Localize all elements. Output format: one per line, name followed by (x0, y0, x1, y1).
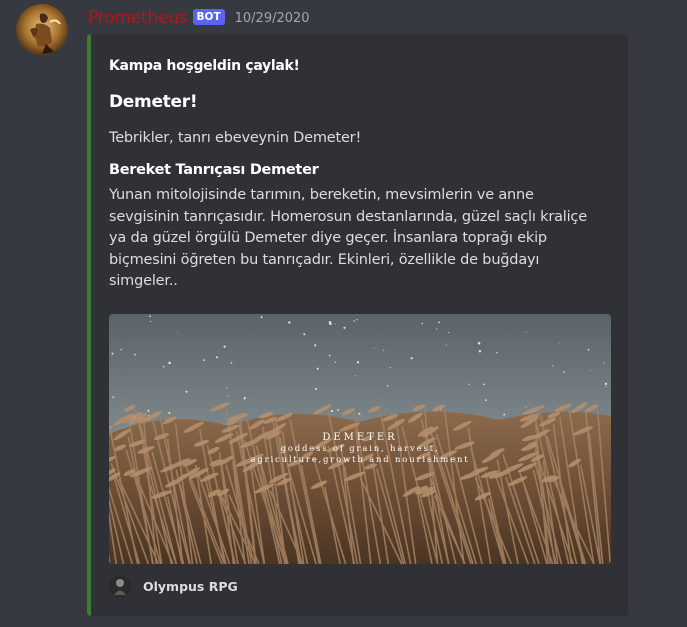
olympus-rpg-icon (109, 575, 131, 597)
field-value-line: simgeler.. (109, 273, 178, 289)
bot-badge: BOT (192, 9, 225, 25)
image-caption-title: DEMETER (322, 432, 398, 443)
message-header: Prometheus BOT 10/29/2020 (88, 7, 310, 29)
username[interactable]: Prometheus (88, 8, 188, 28)
field-value-line: Yunan mitolojisinde tarımın, bereketin, … (109, 187, 534, 203)
image-caption-line: goddess of grain, harvest, (280, 444, 440, 454)
embed-description: Tebrikler, tanrı ebeveynin Demeter! (109, 130, 362, 146)
rich-embed: Kampa hoşgeldin çaylak! Demeter! Tebrikl… (87, 34, 628, 616)
embed-footer-text: Olympus RPG (143, 578, 238, 594)
embed-image[interactable]: DEMETER goddess of grain, harvest, agric… (109, 314, 611, 564)
image-caption: DEMETER goddess of grain, harvest, agric… (109, 432, 611, 466)
bot-avatar[interactable] (16, 4, 68, 56)
embed-field-name: Bereket Tanrıçası Demeter (109, 162, 319, 178)
image-caption-line: agriculture,growth and nourishment (250, 455, 470, 465)
field-value-line: ya da güzel örgülü Demeter diye geçer. İ… (109, 230, 547, 246)
embed-title: Demeter! (109, 92, 198, 112)
embed-field-value: Yunan mitolojisinde tarımın, bereketin, … (109, 185, 614, 293)
field-value-line: biçmesini öğreten bu tanrıçadır. Ekinler… (109, 251, 540, 268)
embed-footer: Olympus RPG (109, 574, 238, 598)
embed-author: Kampa hoşgeldin çaylak! (109, 58, 300, 74)
field-value-line: sevgisinin tanrıçasıdır. Homerosun desta… (109, 208, 587, 225)
message-timestamp[interactable]: 10/29/2020 (235, 11, 310, 26)
chat-message: Prometheus BOT 10/29/2020 Kampa hoşgeldi… (0, 0, 687, 627)
